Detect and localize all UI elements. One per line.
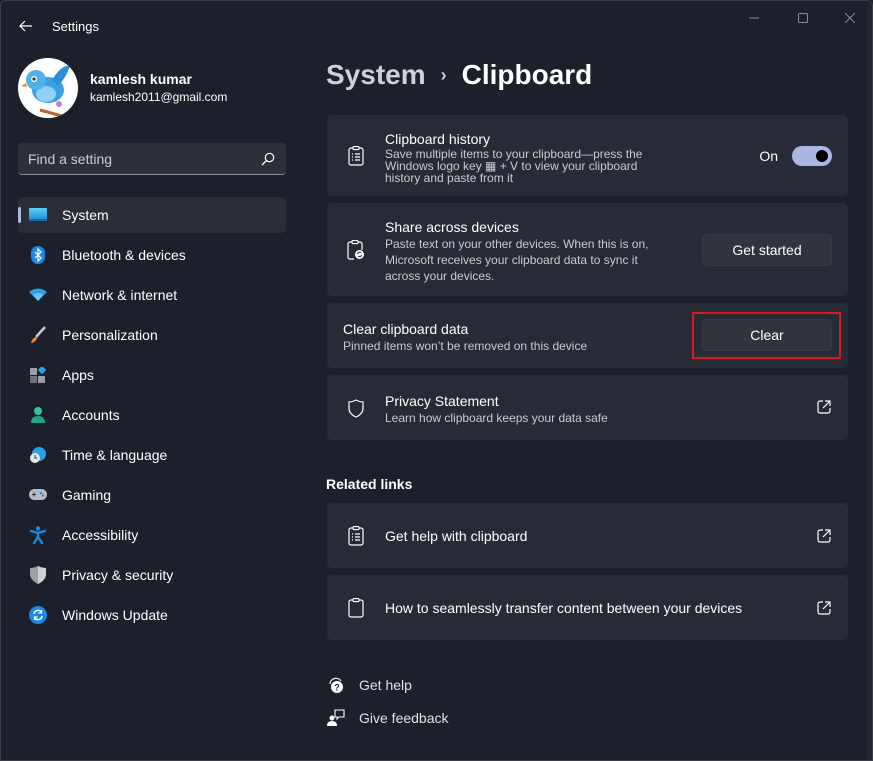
sidebar-item-label: Accounts — [62, 407, 120, 423]
shield-outline-icon — [345, 397, 367, 419]
clipboard-list-icon — [345, 145, 367, 167]
sidebar-item-apps[interactable]: Apps — [18, 357, 286, 393]
shield-icon — [28, 565, 48, 585]
give-feedback-link[interactable]: Give feedback — [326, 708, 449, 728]
update-icon — [28, 605, 48, 625]
sidebar-item-label: Apps — [62, 367, 94, 383]
toggle-knob — [816, 150, 828, 162]
clear-button-highlight — [692, 312, 841, 359]
globe-clock-icon — [28, 445, 48, 465]
sidebar-item-label: Personalization — [62, 327, 158, 343]
minimize-button[interactable] — [731, 7, 777, 29]
card-description: Paste text on your other devices. When t… — [385, 236, 648, 284]
card-description: Pinned items won’t be removed on this de… — [343, 339, 588, 353]
description-line: Microsoft receives your clipboard data t… — [385, 253, 638, 267]
breadcrumb-parent[interactable]: System — [326, 59, 426, 91]
arrow-left-icon — [19, 20, 32, 32]
sidebar-item-personalization[interactable]: Personalization — [18, 317, 286, 353]
sidebar-item-label: Bluetooth & devices — [62, 247, 186, 263]
accessibility-icon — [28, 525, 48, 545]
sidebar-item-gaming[interactable]: Gaming — [18, 477, 286, 513]
maximize-icon — [798, 13, 808, 23]
clipboard-list-icon — [345, 525, 367, 547]
get-help-link[interactable]: ? Get help — [326, 675, 412, 695]
system-display-icon — [28, 205, 48, 225]
sidebar-item-label: Accessibility — [62, 527, 139, 543]
description-line: across your devices. — [385, 269, 495, 283]
sidebar-nav: System Bluetooth & devices Network & int… — [18, 197, 286, 637]
give-feedback-label: Give feedback — [359, 710, 449, 726]
card-title: Share across devices — [385, 219, 519, 235]
open-external-icon[interactable] — [816, 399, 832, 415]
bluetooth-icon — [28, 245, 48, 265]
related-link-item[interactable]: Get help with clipboard — [327, 503, 848, 568]
share-across-devices-card: Share across devices Paste text on your … — [327, 203, 848, 296]
sidebar-item-accounts[interactable]: Accounts — [18, 397, 286, 433]
svg-text:?: ? — [334, 683, 340, 693]
settings-window: Settings kamlesh kumar kamlesh2011@gmail… — [0, 0, 873, 761]
sidebar-item-system[interactable]: System — [18, 197, 286, 233]
privacy-statement-card[interactable]: Privacy Statement Learn how clipboard ke… — [327, 375, 848, 440]
sidebar-item-label: Network & internet — [62, 287, 178, 303]
related-links-heading: Related links — [326, 476, 413, 492]
gamepad-icon — [28, 485, 48, 505]
card-description: Save multiple items to your clipboard—pr… — [385, 148, 642, 184]
get-help-label: Get help — [359, 677, 412, 693]
related-link-item[interactable]: How to seamlessly transfer content betwe… — [327, 575, 848, 640]
open-external-icon[interactable] — [816, 600, 832, 616]
clipboard-history-toggle-group: On — [759, 146, 832, 166]
sidebar-item-label: System — [62, 207, 109, 223]
user-profile[interactable]: kamlesh kumar kamlesh2011@gmail.com — [18, 58, 227, 118]
scrollbar-track[interactable] — [867, 1, 872, 760]
sidebar-item-accessibility[interactable]: Accessibility — [18, 517, 286, 553]
sidebar-item-label: Gaming — [62, 487, 112, 503]
clipboard-icon — [345, 597, 367, 619]
person-icon — [28, 405, 48, 425]
apps-icon — [28, 365, 48, 385]
wifi-icon — [28, 285, 48, 305]
feedback-icon — [326, 708, 346, 728]
bird-avatar-icon — [18, 58, 78, 118]
search-input[interactable] — [28, 150, 260, 167]
page-title: Clipboard — [461, 59, 593, 90]
toggle-state-label: On — [759, 148, 778, 164]
clipboard-history-card: Clipboard history Save multiple items to… — [327, 115, 848, 196]
related-link-label: Get help with clipboard — [385, 528, 528, 544]
description-line: Paste text on your other devices. When t… — [385, 237, 649, 251]
sidebar-item-privacy[interactable]: Privacy & security — [18, 557, 286, 593]
avatar — [18, 58, 78, 118]
paintbrush-icon — [28, 325, 48, 345]
back-button[interactable] — [15, 15, 37, 37]
breadcrumb: System › Clipboard — [326, 59, 592, 91]
profile-email: kamlesh2011@gmail.com — [90, 90, 228, 104]
get-started-button[interactable]: Get started — [702, 234, 832, 266]
clipboard-sync-icon — [345, 239, 367, 261]
sidebar-item-label: Time & language — [62, 447, 168, 463]
close-icon — [845, 13, 855, 23]
app-title: Settings — [52, 19, 99, 34]
sidebar-item-windows-update[interactable]: Windows Update — [18, 597, 286, 633]
card-description: Learn how clipboard keeps your data safe — [385, 411, 608, 425]
title-bar: Settings — [1, 1, 872, 51]
card-title: Clear clipboard data — [343, 321, 469, 337]
chevron-right-icon: › — [440, 64, 447, 85]
sidebar-item-bluetooth[interactable]: Bluetooth & devices — [18, 237, 286, 273]
open-external-icon[interactable] — [816, 528, 832, 544]
help-chat-icon: ? — [326, 675, 346, 695]
sidebar-item-time-language[interactable]: Time & language — [18, 437, 286, 473]
sidebar-item-network[interactable]: Network & internet — [18, 277, 286, 313]
profile-name: kamlesh kumar — [90, 71, 192, 87]
card-title: Clipboard history — [385, 131, 491, 147]
search-icon[interactable] — [260, 151, 276, 167]
search-box[interactable] — [18, 143, 286, 175]
clipboard-history-toggle[interactable] — [792, 146, 832, 166]
sidebar-item-label: Privacy & security — [62, 567, 174, 583]
description-line: history and paste from it — [385, 171, 514, 185]
maximize-button[interactable] — [780, 7, 826, 29]
minimize-icon — [749, 17, 759, 19]
card-title: Privacy Statement — [385, 393, 499, 409]
related-link-label: How to seamlessly transfer content betwe… — [385, 600, 743, 616]
sidebar-item-label: Windows Update — [62, 607, 168, 623]
